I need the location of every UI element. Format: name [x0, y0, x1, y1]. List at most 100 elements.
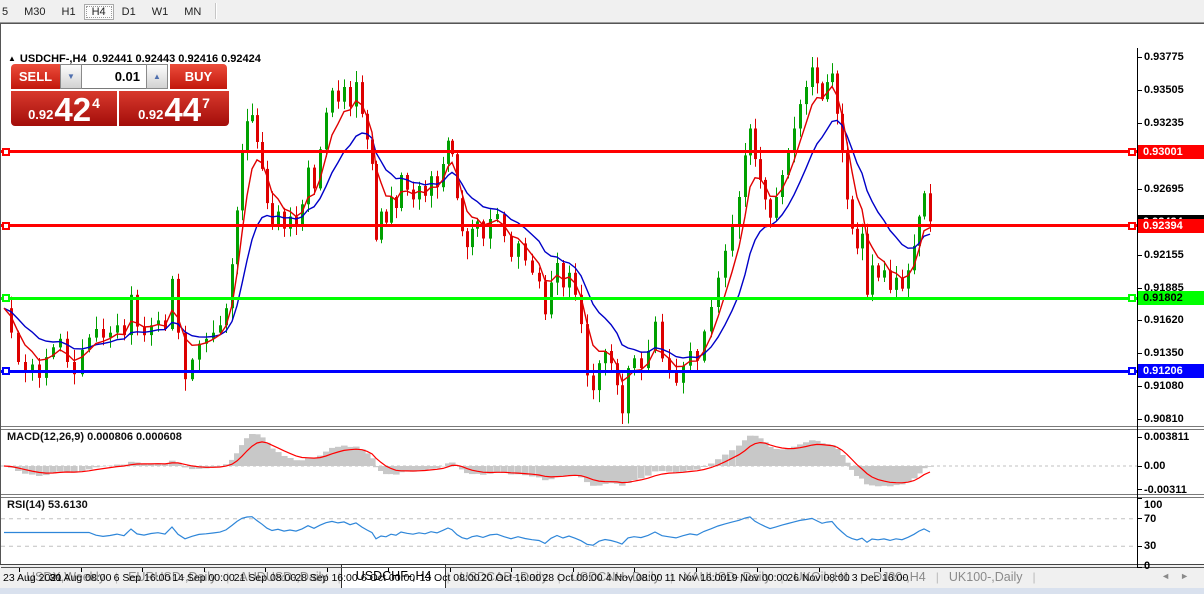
bid-prefix: 0.92 [28, 107, 54, 122]
price-axis-tick-label: 0.93775 [1144, 51, 1184, 63]
rsi-pane-border [1, 567, 1204, 568]
price-axis-tick-label: 0.93505 [1144, 84, 1184, 96]
macd-axis-tick [1137, 436, 1142, 438]
price-axis-tick-label: 0.93235 [1144, 117, 1184, 129]
date-axis-label: 14 Sep 00:00 [172, 572, 235, 584]
price-axis-tick-label: 0.92695 [1144, 183, 1184, 196]
tab-scroll-right-icon[interactable]: ► [1180, 571, 1199, 581]
rsi-axis-tick [1137, 497, 1142, 499]
volume-decrease-button[interactable]: ▼ [60, 64, 82, 89]
ask-pip-digit: 7 [202, 95, 210, 111]
chart-window[interactable]: ▲ USDCHF-,H4 0.92441 0.92443 0.92416 0.92… [0, 23, 1204, 584]
timeframe-button-w1[interactable]: W1 [144, 4, 177, 20]
date-axis-label: 28 Sep 16:00 [295, 572, 358, 584]
price-axis-tick-label: 0.92155 [1144, 249, 1184, 262]
rsi-axis-tick-label: 0 [1144, 560, 1151, 572]
level-line-left-handle[interactable] [2, 221, 10, 230]
date-axis-label: 4 Nov 08:00 [605, 572, 663, 584]
pane-splitter-rsi[interactable] [1, 494, 1204, 498]
date-axis-label: 28 Oct 00:00 [542, 572, 603, 584]
horizontal-level-line[interactable] [1, 150, 1137, 154]
rsi-axis-tick-label: 100 [1144, 499, 1163, 511]
macd-values: 0.000806 0.000608 [87, 431, 182, 443]
level-line-right-handle[interactable] [1128, 367, 1136, 376]
rsi-axis-tick-label: 70 [1144, 512, 1157, 525]
buy-button[interactable]: BUY [170, 64, 227, 89]
horizontal-level-line[interactable] [1, 224, 1137, 228]
level-price-label: 0.91802 [1138, 291, 1204, 306]
level-price-label: 0.92394 [1138, 218, 1204, 233]
date-axis-label: 11 Nov 16:00 [664, 572, 727, 584]
horizontal-level-line[interactable] [1, 369, 1137, 373]
timeframe-button-h1[interactable]: H1 [54, 4, 84, 20]
price-axis-tick [1137, 89, 1142, 91]
pane-splitter-macd[interactable] [1, 426, 1204, 430]
timeframe-button-mn[interactable]: MN [176, 4, 209, 20]
price-axis-tick [1137, 287, 1142, 289]
macd-axis-tick-label: -0.00311 [1144, 483, 1187, 496]
level-line-left-handle[interactable] [2, 294, 10, 303]
price-axis-tick [1137, 385, 1142, 387]
level-price-label: 0.91206 [1138, 364, 1204, 379]
chart-tab-uk100-daily[interactable]: UK100-,Daily [939, 567, 1033, 587]
price-axis-tick-label: 0.90810 [1144, 413, 1184, 426]
macd-indicator-label: MACD(12,26,9) 0.000806 0.000608 [7, 431, 182, 443]
level-line-left-handle[interactable] [2, 367, 10, 376]
ask-price-display[interactable]: 0.92 44 7 [119, 91, 229, 126]
chevron-up-icon: ▲ [153, 72, 161, 81]
toolbar-separator [215, 3, 218, 19]
date-axis-label: 26 Nov 08:00 [787, 572, 850, 584]
macd-axis-tick [1137, 465, 1142, 467]
bid-main-digits: 42 [54, 91, 92, 128]
macd-axis-tick [1137, 489, 1142, 491]
date-axis-label: 30 Aug 08:00 [49, 572, 112, 584]
collapse-triangle-icon[interactable]: ▲ [8, 54, 16, 63]
sell-button[interactable]: SELL [11, 64, 60, 89]
price-axis-tick [1137, 188, 1142, 190]
price-axis-tick [1137, 254, 1142, 256]
rsi-value: 53.6130 [47, 499, 88, 511]
macd-axis-tick-label: 0.00 [1144, 460, 1166, 472]
horizontal-level-line[interactable] [1, 296, 1137, 300]
macd-axis-tick-label: 0.003811 [1144, 431, 1190, 443]
date-axis-label: 6 Sep 16:00 [113, 572, 171, 584]
volume-input[interactable] [82, 64, 146, 89]
rsi-axis-tick-label: 30 [1144, 540, 1157, 553]
level-line-right-handle[interactable] [1128, 221, 1136, 230]
timeframe-button-5[interactable]: 5 [0, 4, 16, 20]
window-bottom-strip [0, 588, 1204, 594]
timeframe-button-m30[interactable]: M30 [16, 4, 53, 20]
level-price-label: 0.93001 [1138, 144, 1204, 159]
price-axis-tick [1137, 418, 1142, 420]
timeframe-toolbar: 5 M30 H1 H4 D1 W1 MN [0, 0, 1204, 23]
volume-increase-button[interactable]: ▲ [146, 64, 168, 89]
timeframe-button-h4[interactable]: H4 [83, 3, 114, 20]
rsi-axis-tick [1137, 566, 1142, 568]
level-line-right-handle[interactable] [1128, 294, 1136, 303]
tab-scroll-left-icon[interactable]: ◄ [1161, 571, 1180, 581]
ask-main-digits: 44 [164, 91, 202, 128]
terminal-window: 5 M30 H1 H4 D1 W1 MN ▲ USDCHF-,H4 0.92441 0.924… [0, 0, 1204, 594]
date-axis-label: 6 Oct 00:00 [360, 572, 416, 584]
price-axis-tick [1137, 56, 1142, 58]
chevron-down-icon: ▼ [67, 72, 75, 81]
one-click-trade-panel: SELL ▼ ▲ BUY 0.92424 0.92447 [11, 64, 229, 126]
date-axis-label: 13 Oct 08:00 [419, 572, 480, 584]
price-axis-tick [1137, 352, 1142, 354]
date-axis-label: 21 Sep 08:00 [233, 572, 297, 584]
price-axis-tick-label: 0.91080 [1144, 380, 1184, 393]
ask-prefix: 0.92 [138, 107, 164, 122]
date-axis-label: 19 Nov 00:00 [725, 572, 789, 584]
price-axis-tick [1137, 122, 1142, 124]
rsi-axis-tick [1137, 518, 1142, 520]
level-line-right-handle[interactable] [1128, 147, 1136, 156]
level-line-left-handle[interactable] [2, 147, 10, 156]
tab-scroll-arrows[interactable]: ◄► [1161, 571, 1199, 581]
timeframe-button-d1[interactable]: D1 [114, 4, 144, 20]
date-axis-label: 20 Oct 16:00 [480, 572, 542, 584]
price-axis-tick-label: 0.91620 [1144, 314, 1184, 327]
bid-price-display[interactable]: 0.92 42 4 [11, 91, 117, 126]
bid-pip-digit: 4 [92, 95, 100, 111]
tab-separator: | [1032, 570, 1036, 584]
rsi-axis-tick [1137, 545, 1142, 547]
